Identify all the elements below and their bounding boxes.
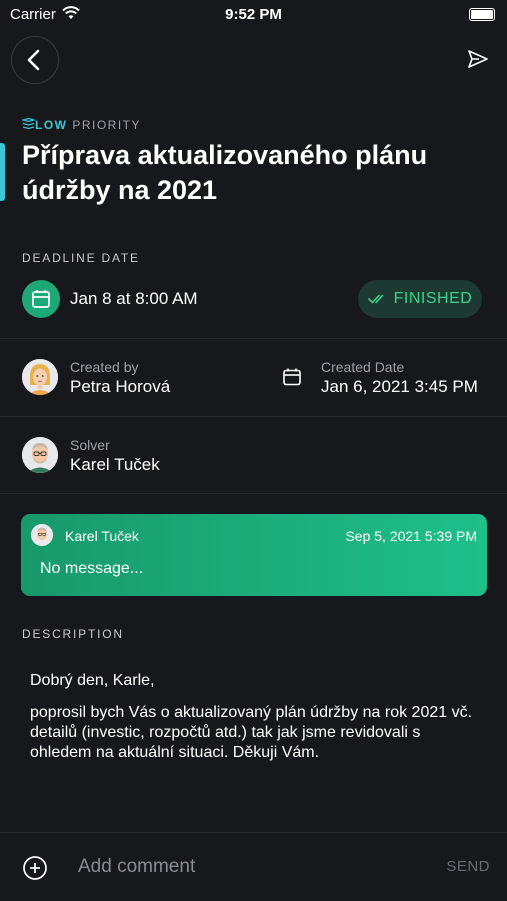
check-icon [367,294,383,304]
comment-bar: SEND [0,832,507,901]
avatar [22,359,58,395]
description-text: Dobrý den, Karle, poprosil bych Vás o ak… [30,671,480,763]
calendar-icon [283,368,301,386]
deadline-value: Jan 8 at 8:00 AM [70,289,198,308]
priority-accent-bar [0,143,5,201]
priority-level: LOW [35,118,68,132]
deadline-section-label: DEADLINE DATE [22,251,140,265]
creator-name: Petra Horová [70,377,171,396]
message-card[interactable]: Karel Tuček Sep 5, 2021 5:39 PM No messa… [21,514,487,596]
avatar [31,524,53,546]
page-title: Příprava aktualizovaného plánu údržby na… [22,140,428,205]
deadline-calendar-badge [22,280,60,318]
add-icon[interactable] [22,855,48,881]
created-by-label: Created by [70,359,139,375]
priority-icon [20,117,37,130]
priority-row: LOW PRIORITY [20,117,142,132]
back-icon [27,49,40,71]
message-text: No message... [40,560,144,577]
clock: 9:52 PM [225,6,282,23]
created-date-label: Created Date [321,359,405,375]
battery-icon [469,8,495,21]
message-author: Karel Tuček [65,528,139,544]
created-date-value: Jan 6, 2021 3:45 PM [321,377,478,396]
message-author-avatar-image [31,524,53,546]
status-badge-label: FINISHED [393,290,473,307]
description-greeting: Dobrý den, Karle, [30,672,155,689]
send-icon [468,50,488,68]
send-comment-button[interactable]: SEND [446,858,490,875]
description-body: poprosil bych Vás o aktualizovaný plán ú… [30,704,473,761]
divider [0,493,507,494]
solver-label: Solver [70,437,110,453]
priority-label: PRIORITY [72,118,142,132]
creator-avatar-image [22,359,58,395]
avatar [22,437,58,473]
divider [0,338,507,339]
divider [0,416,507,417]
status-badge: FINISHED [358,280,482,318]
calendar-icon [32,290,50,308]
status-bar: Carrier 9:52 PM [0,0,507,28]
solver-avatar-image [22,437,58,473]
back-button[interactable] [11,36,59,84]
comment-input[interactable] [78,851,418,883]
message-date: Sep 5, 2021 5:39 PM [345,528,477,544]
description-section-label: DESCRIPTION [22,627,124,641]
solver-name: Karel Tuček [70,455,160,474]
send-button[interactable] [467,48,489,70]
